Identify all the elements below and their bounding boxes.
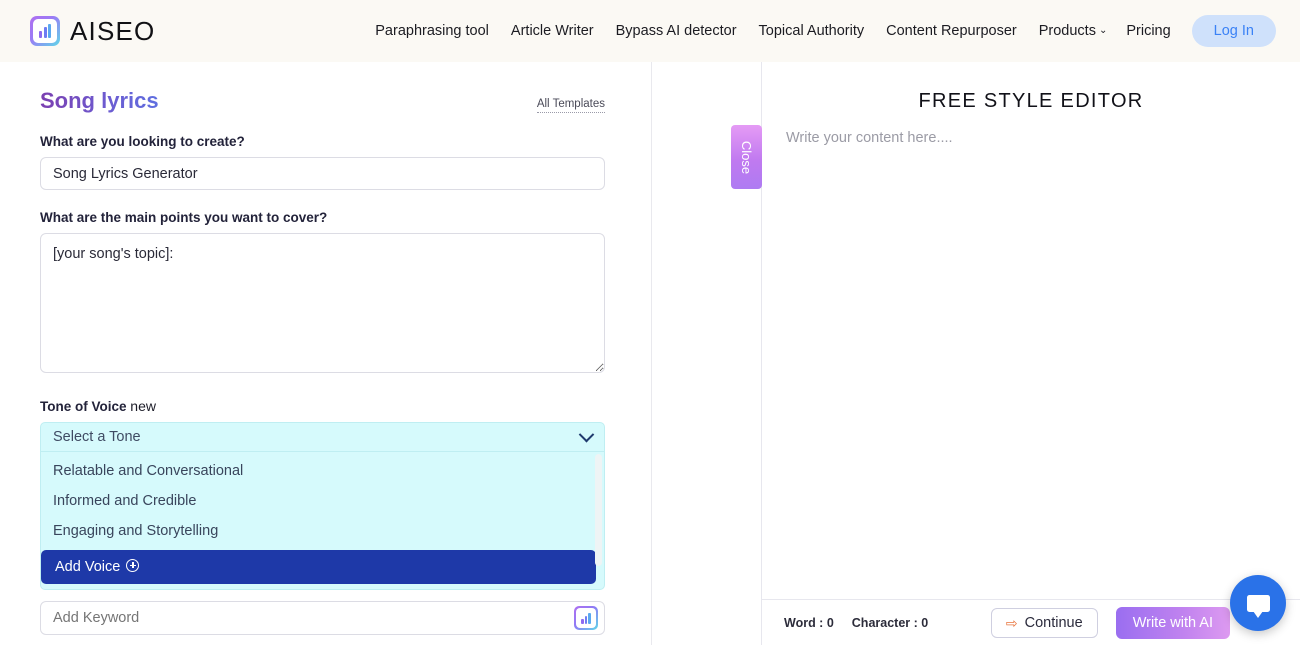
tone-option-informed[interactable]: Informed and Credible: [41, 486, 604, 516]
plus-circle-icon: [126, 559, 139, 572]
login-button[interactable]: Log In: [1192, 15, 1276, 47]
nav-link-products[interactable]: Products ⌄: [1028, 17, 1116, 45]
write-with-ai-button[interactable]: Write with AI: [1116, 607, 1230, 639]
panel-header: Song lyrics All Templates: [40, 88, 605, 114]
nav-link-content-repurposer[interactable]: Content Repurposer: [875, 17, 1028, 45]
aiseo-suggest-icon[interactable]: [574, 606, 598, 630]
add-keyword-row: [40, 601, 605, 635]
all-templates-link[interactable]: All Templates: [537, 98, 605, 113]
brand-logo[interactable]: AISEO: [30, 16, 155, 47]
panel-divider-column: Close: [652, 62, 762, 645]
nav-links: Paraphrasing tool Article Writer Bypass …: [364, 15, 1276, 47]
chevron-down-icon: ⌄: [1099, 26, 1107, 36]
editor-title: FREE STYLE EDITOR: [762, 90, 1300, 113]
top-navigation-bar: AISEO Paraphrasing tool Article Writer B…: [0, 0, 1300, 62]
tone-of-voice-dropdown: Select a Tone Relatable and Conversation…: [40, 422, 605, 590]
close-panel-label: Close: [739, 140, 754, 173]
nav-link-topical-authority[interactable]: Topical Authority: [748, 17, 876, 45]
chat-support-button[interactable]: [1230, 575, 1286, 631]
main-points-textarea[interactable]: [40, 233, 605, 373]
continue-label: Continue: [1025, 615, 1083, 631]
add-voice-button[interactable]: Add Voice: [41, 550, 596, 584]
add-voice-label: Add Voice: [55, 559, 120, 575]
word-count: Word : 0: [784, 616, 834, 630]
tone-select-value: Select a Tone: [53, 429, 141, 445]
close-panel-tab[interactable]: Close: [731, 125, 762, 189]
chevron-down-icon: [579, 426, 595, 442]
tone-option-relatable[interactable]: Relatable and Conversational: [41, 456, 604, 486]
main-points-field-label: What are the main points you want to cov…: [40, 210, 605, 225]
tone-select-trigger[interactable]: Select a Tone: [40, 422, 605, 452]
nav-link-products-label: Products: [1039, 23, 1096, 39]
tone-options-list: Relatable and Conversational Informed an…: [40, 452, 605, 590]
nav-link-paraphrasing-tool[interactable]: Paraphrasing tool: [364, 17, 500, 45]
tone-of-voice-label: Tone of Voice new: [40, 398, 605, 414]
tone-of-voice-text: Tone of Voice: [40, 399, 127, 414]
dropdown-scrollbar[interactable]: [595, 454, 602, 566]
aiseo-logo-icon: [30, 16, 60, 46]
new-badge: new: [130, 398, 156, 414]
free-style-editor-panel: FREE STYLE EDITOR Write your content her…: [762, 62, 1300, 645]
nav-link-pricing[interactable]: Pricing: [1115, 17, 1181, 45]
nav-link-bypass-ai-detector[interactable]: Bypass AI detector: [605, 17, 748, 45]
chat-bubble-icon: [1247, 595, 1270, 612]
editor-footer-toolbar: Word : 0 Character : 0 ⇨ Continue Write …: [762, 599, 1300, 645]
character-count: Character : 0: [852, 616, 928, 630]
brand-name: AISEO: [70, 16, 155, 47]
page-title: Song lyrics: [40, 88, 159, 114]
continue-button[interactable]: ⇨ Continue: [991, 608, 1098, 638]
add-keyword-input[interactable]: [53, 610, 574, 626]
sparkle-arrow-icon: ⇨: [1006, 616, 1018, 630]
workspace: Song lyrics All Templates What are you l…: [0, 62, 1300, 645]
template-form-panel: Song lyrics All Templates What are you l…: [0, 62, 652, 645]
tone-option-engaging[interactable]: Engaging and Storytelling: [41, 516, 604, 546]
nav-link-article-writer[interactable]: Article Writer: [500, 17, 605, 45]
create-field-label: What are you looking to create?: [40, 134, 605, 149]
create-input[interactable]: [40, 157, 605, 190]
editor-content-area[interactable]: Write your content here....: [762, 113, 1300, 599]
